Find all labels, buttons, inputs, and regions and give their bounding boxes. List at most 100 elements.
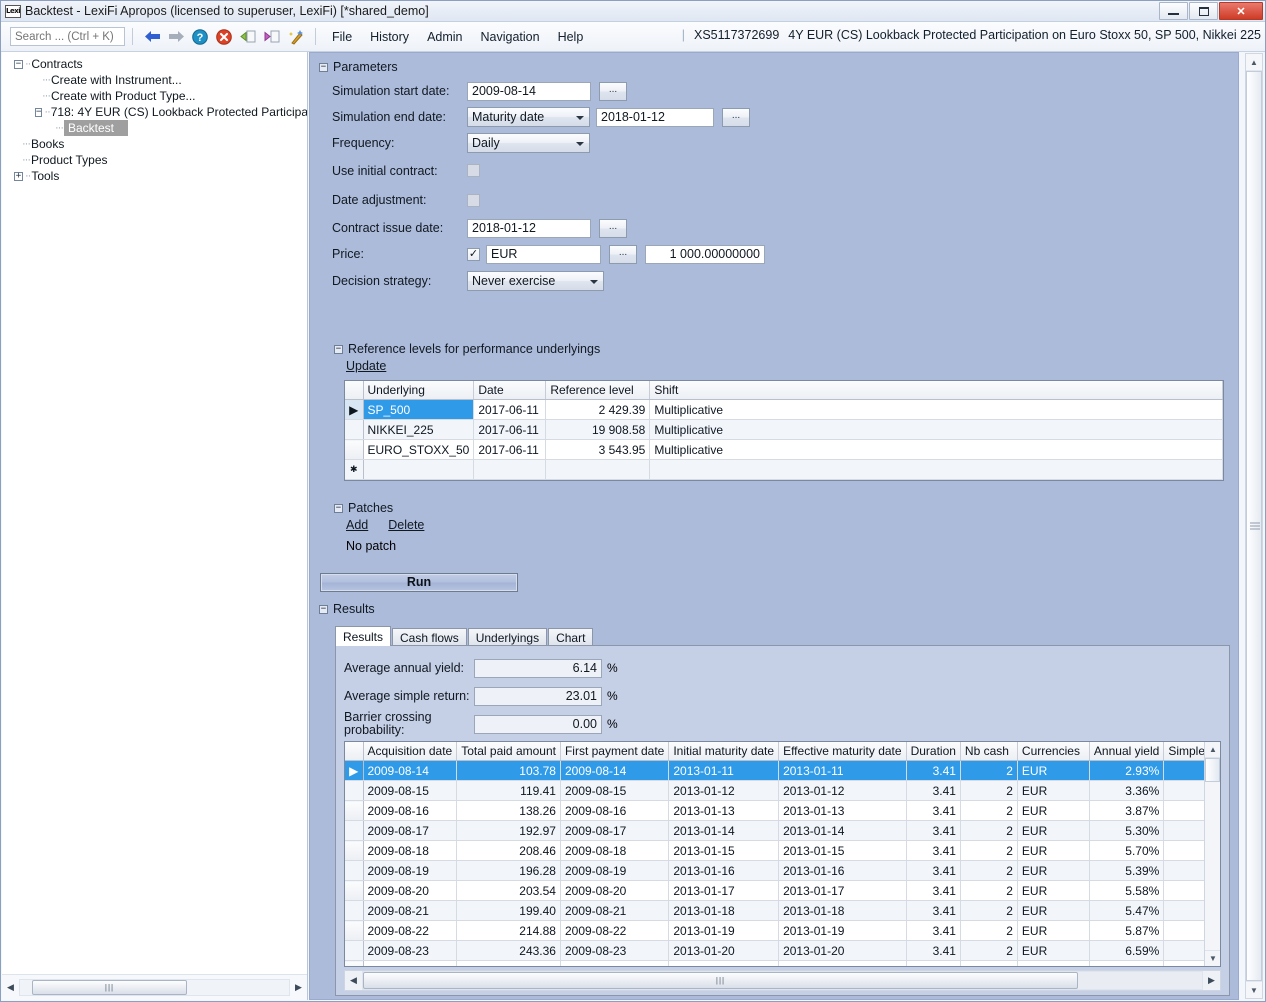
scroll-down-arrow-icon[interactable]: ▼ [1246,982,1262,998]
row-marker[interactable] [345,780,364,801]
row-marker[interactable] [345,860,364,881]
simulation-end-date-input[interactable] [596,107,714,127]
table-row[interactable]: NIKKEI_225 2017-06-11 19 908.58 Multipli… [345,419,1223,440]
contract-issue-date-input[interactable] [467,218,591,238]
menu-navigation[interactable]: Navigation [472,27,549,47]
row-marker[interactable] [345,820,364,841]
tree-scroll-track[interactable]: ||| [19,979,290,996]
tree-expander-icon[interactable]: − [35,107,43,117]
wizard-icon[interactable] [286,27,306,47]
new-row-marker[interactable]: ✱ [345,459,364,480]
tree-item-contract-718[interactable]: − ·· 718: 4Y EUR (CS) Lookback Protected … [2,104,307,120]
results-section-header[interactable]: − Results [319,602,375,616]
menu-file[interactable]: File [323,27,361,47]
table-row[interactable]: 2009-08-22 214.88 2009-08-22 2013-01-19 2013… [345,920,1220,941]
col-date[interactable]: Date [473,381,547,400]
reference-levels-section-header[interactable]: − Reference levels for performance under… [334,342,600,356]
table-row[interactable]: EURO_STOXX_50 2017-06-11 3 543.95 Multip… [345,439,1223,460]
scroll-right-arrow-icon[interactable]: ▶ [290,979,307,996]
col-annual-yield[interactable]: Annual yield [1089,742,1165,761]
frequency-select[interactable]: Daily [467,133,590,153]
table-row[interactable]: ▶ 2009-08-14 103.78 2009-08-14 2013-01-11 201… [345,760,1220,781]
patches-section-header[interactable]: − Patches [334,501,393,515]
tree-item-books[interactable]: ··· Books [2,136,307,152]
table-row[interactable]: 2009-08-21 199.40 2009-08-21 2013-01-18 2013… [345,900,1220,921]
page-scroll-track[interactable] [1246,70,1262,982]
patches-add-link[interactable]: Add [346,518,368,532]
price-currency-input[interactable] [486,244,601,264]
col-underlying[interactable]: Underlying [363,381,475,400]
results-grid-vertical-scrollbar[interactable]: ▲ ▼ [1204,742,1220,966]
col-effective-maturity-date[interactable]: Effective maturity date [778,742,907,761]
tree-item-tools[interactable]: + ·· Tools [2,168,307,184]
minimize-button[interactable] [1159,2,1188,20]
simulation-end-date-browse-button[interactable]: ... [722,107,750,127]
tab-chart[interactable]: Chart [548,628,594,646]
row-marker[interactable] [345,419,364,440]
import-icon[interactable] [238,27,258,47]
row-marker[interactable] [345,840,364,861]
tree-item-create-with-product-type[interactable]: ··· Create with Product Type... [2,88,307,104]
results-grid-horizontal-scrollbar[interactable]: ◀ ||| ▶ [344,970,1221,991]
tab-underlyings[interactable]: Underlyings [467,628,548,646]
reference-levels-update-link[interactable]: Update [346,359,386,373]
price-currency-browse-button[interactable]: ... [609,244,637,264]
maximize-button[interactable] [1189,2,1218,20]
page-vertical-scrollbar[interactable]: ▲ ▼ [1245,53,1263,999]
tab-cash-flows[interactable]: Cash flows [392,628,467,646]
table-row[interactable]: 2009-08-20 203.54 2009-08-20 2013-01-17 2013… [345,880,1220,901]
col-duration[interactable]: Duration [906,742,961,761]
help-icon[interactable]: ? [190,27,210,47]
scroll-up-arrow-icon[interactable]: ▲ [1246,54,1262,70]
simulation-start-date-browse-button[interactable]: ... [599,81,627,101]
page-scroll-thumb[interactable] [1246,71,1262,981]
table-row[interactable]: 2009-08-15 119.41 2009-08-15 2013-01-12 2013… [345,780,1220,801]
decision-strategy-select[interactable]: Never exercise [467,271,604,291]
price-amount-input[interactable] [645,244,765,264]
price-enabled-checkbox[interactable]: ✓ [467,247,480,261]
menu-help[interactable]: Help [549,27,593,47]
col-shift[interactable]: Shift [649,381,1223,400]
export-icon[interactable] [262,27,282,47]
table-row[interactable]: 2009-08-17 192.97 2009-08-17 2013-01-14 2013… [345,820,1220,841]
tab-results[interactable]: Results [335,626,392,646]
scroll-down-arrow-icon[interactable]: ▼ [1205,950,1220,966]
tree-scroll-thumb[interactable]: ||| [32,980,187,995]
use-initial-contract-checkbox[interactable] [467,164,480,177]
table-row[interactable]: 2009-08-24258.252009-08-242013-01-212013… [345,960,1220,966]
row-marker[interactable] [345,800,364,821]
contract-issue-date-browse-button[interactable]: ... [599,218,627,238]
scroll-up-arrow-icon[interactable]: ▲ [1205,742,1220,758]
results-scroll-thumb[interactable]: ||| [363,972,1078,989]
search-input[interactable] [10,27,125,46]
col-first-payment-date[interactable]: First payment date [560,742,670,761]
menu-history[interactable]: History [361,27,418,47]
run-button[interactable]: Run [320,573,518,592]
tree-horizontal-scrollbar[interactable]: ◀ ||| ▶ [2,974,307,1000]
scroll-left-arrow-icon[interactable]: ◀ [345,972,362,989]
patches-delete-link[interactable]: Delete [388,518,424,532]
row-marker[interactable] [345,960,364,966]
simulation-start-date-input[interactable] [467,81,591,101]
tree-expander-icon[interactable]: + [14,171,23,181]
row-marker[interactable] [345,940,364,961]
scroll-left-arrow-icon[interactable]: ◀ [2,979,19,996]
table-row[interactable]: 2009-08-18 208.46 2009-08-18 2013-01-15 2013… [345,840,1220,861]
table-row[interactable]: 2009-08-16 138.26 2009-08-16 2013-01-13 2013… [345,800,1220,821]
collapse-icon[interactable]: − [334,503,343,513]
row-marker[interactable] [345,900,364,921]
col-total-paid-amount[interactable]: Total paid amount [456,742,561,761]
table-row[interactable]: 2009-08-19 196.28 2009-08-19 2013-01-16 2013… [345,860,1220,881]
col-currencies[interactable]: Currencies [1017,742,1090,761]
collapse-icon[interactable]: − [319,62,328,72]
results-grid[interactable]: Acquisition date Total paid amount First… [344,741,1221,967]
date-adjustment-checkbox[interactable] [467,193,480,207]
tree-item-backtest[interactable]: ··· Backtest [2,120,307,136]
col-initial-maturity-date[interactable]: Initial maturity date [668,742,780,761]
reference-levels-grid[interactable]: Underlying Date Reference level Shift ▶ … [344,380,1224,481]
cancel-icon[interactable] [214,27,234,47]
tree-item-contracts[interactable]: − ·· Contracts [2,56,307,72]
tree-item-product-types[interactable]: ··· Product Types [2,152,307,168]
parameters-section-header[interactable]: − Parameters [319,60,398,74]
simulation-end-date-mode-select[interactable]: Maturity date [467,107,590,127]
